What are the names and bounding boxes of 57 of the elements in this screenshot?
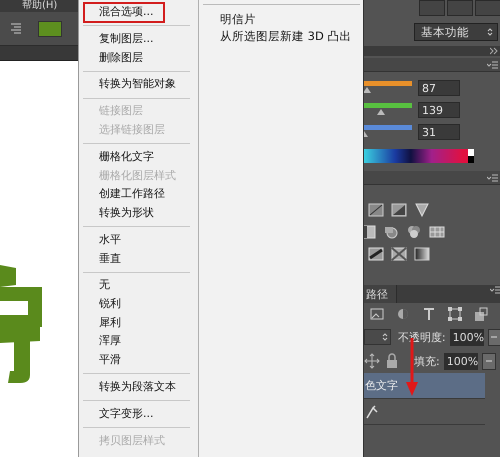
cross-icon[interactable] — [391, 246, 407, 262]
type-icon[interactable] — [421, 306, 437, 322]
lock-icon[interactable] — [384, 353, 400, 369]
smart-object-icon[interactable] — [473, 306, 489, 322]
menu-item[interactable]: 垂直 — [79, 250, 198, 268]
menu-item[interactable]: 创建工作路径 — [79, 185, 198, 204]
menu-item[interactable]: 无 — [79, 276, 198, 296]
image-icon[interactable] — [369, 306, 385, 322]
color-spectrum[interactable] — [364, 149, 474, 163]
menu-item[interactable]: 浑厚 — [79, 332, 198, 352]
fill-dropdown[interactable] — [482, 352, 496, 370]
gradient-triangle-icon[interactable] — [414, 202, 430, 218]
blend-mode-dropdown[interactable] — [364, 329, 391, 345]
value-field[interactable]: 139 — [418, 102, 460, 118]
move-icon[interactable] — [364, 353, 380, 369]
menu-item[interactable]: 从所选图层新建 3D 凸出 — [199, 28, 363, 45]
grid-icon[interactable] — [429, 224, 445, 240]
layer-name: 色文字 — [365, 378, 398, 393]
menu-item[interactable]: 文字变形... — [79, 404, 198, 424]
menu-item[interactable]: 复制图层... — [79, 30, 198, 49]
opacity-field[interactable]: 100% — [450, 328, 484, 346]
spinner-arrows-icon[interactable] — [382, 333, 388, 341]
menu-item[interactable]: 明信片 — [199, 11, 363, 28]
fill-field[interactable]: 100% — [444, 352, 478, 370]
menu-item[interactable]: 平滑 — [79, 351, 198, 370]
circles-icon[interactable] — [406, 224, 422, 240]
slider-thumb[interactable] — [364, 87, 371, 93]
gradient-icon[interactable] — [414, 246, 430, 262]
slash-icon[interactable] — [368, 246, 384, 262]
align-icon[interactable] — [8, 20, 24, 36]
fill-label: 填充: — [414, 354, 440, 368]
panel-tab[interactable]: 路径 — [364, 285, 397, 303]
color-swatch[interactable] — [38, 20, 62, 36]
value-field[interactable]: 31 — [418, 124, 460, 140]
layer-row[interactable]: 色文字 — [364, 373, 485, 399]
menu-item[interactable]: 转换为段落文本 — [79, 378, 198, 397]
panel-menu-icon[interactable] — [487, 60, 498, 70]
panel-menu-icon[interactable] — [490, 285, 500, 295]
expand-icon[interactable] — [490, 47, 498, 55]
half-fill-icon[interactable] — [364, 224, 376, 240]
slider-thumb[interactable] — [376, 109, 385, 115]
menu-item[interactable]: 删除图层 — [79, 48, 198, 68]
menu-item[interactable]: 犀利 — [79, 314, 198, 332]
menu-item[interactable]: 转换为智能对象 — [79, 75, 198, 94]
menu-item[interactable]: 混合选项... — [84, 3, 164, 22]
menu-item[interactable]: 转换为形状 — [79, 204, 198, 223]
spinner-arrows-icon[interactable] — [487, 28, 493, 36]
menu-item[interactable]: 锐利 — [79, 295, 198, 314]
curves-icon[interactable] — [368, 202, 384, 218]
menu-item[interactable]: 栅格化文字 — [79, 148, 198, 167]
value-field[interactable]: 87 — [418, 80, 460, 96]
workspace-dropdown[interactable]: 基本功能 — [414, 23, 498, 41]
half-circle-icon[interactable] — [395, 306, 411, 322]
transform-icon[interactable] — [447, 306, 463, 322]
opacity-dropdown[interactable] — [488, 328, 500, 346]
panel-menu-icon[interactable] — [487, 172, 498, 182]
menu-item[interactable]: 水平 — [79, 230, 198, 250]
